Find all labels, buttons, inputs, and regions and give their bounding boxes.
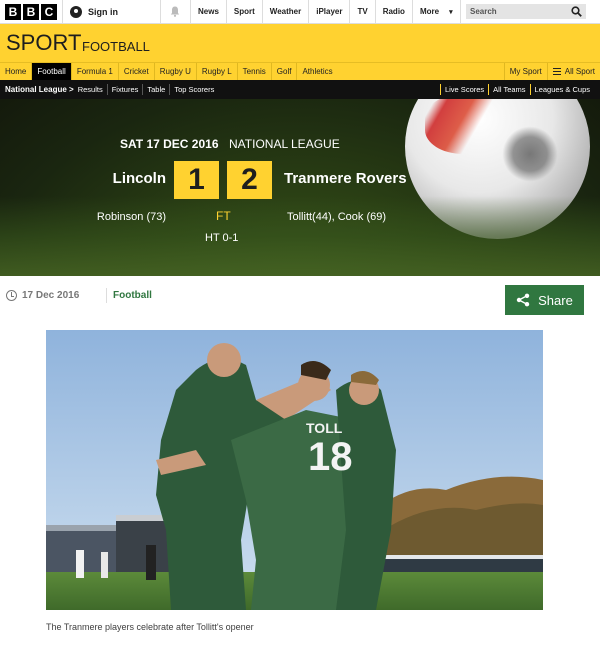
home-team[interactable]: Lincoln bbox=[113, 170, 166, 187]
bbc-logo[interactable]: B B C bbox=[5, 3, 57, 20]
global-nav-radio[interactable]: Radio bbox=[374, 0, 412, 24]
away-scorers: Tollitt(44), Cook (69) bbox=[287, 211, 387, 223]
live-scores-link[interactable]: Live Scores bbox=[439, 84, 488, 95]
sub-nav-fixtures[interactable]: Fixtures bbox=[106, 84, 143, 95]
competition-nav-title[interactable]: National League > bbox=[0, 85, 78, 94]
away-score: 2 bbox=[227, 161, 272, 199]
sport-nav-formula-1[interactable]: Formula 1 bbox=[72, 63, 119, 80]
menu-icon bbox=[552, 68, 561, 75]
sub-nav-table[interactable]: Table bbox=[142, 84, 169, 95]
sport-nav-home[interactable]: Home bbox=[0, 63, 33, 80]
bbc-logo-letter: C bbox=[41, 3, 57, 20]
match-date: SAT 17 DEC 2016 bbox=[120, 137, 219, 151]
sport-nav-golf[interactable]: Golf bbox=[272, 63, 298, 80]
home-scorers: Robinson (73) bbox=[96, 211, 166, 223]
user-icon bbox=[70, 6, 82, 18]
divider bbox=[460, 0, 461, 24]
home-score: 1 bbox=[174, 161, 219, 199]
bbc-logo-letter: B bbox=[5, 3, 21, 20]
sport-header: SPORT FOOTBALL bbox=[0, 24, 600, 62]
competition-nav: National League > Results Fixtures Table… bbox=[0, 80, 600, 99]
sport-nav: Home Football Formula 1 Cricket Rugby U … bbox=[0, 62, 600, 80]
divider bbox=[160, 0, 161, 24]
half-time-score: HT 0-1 bbox=[205, 232, 239, 244]
signin-label: Sign in bbox=[88, 7, 118, 17]
sport-nav-football[interactable]: Football bbox=[32, 63, 72, 80]
sub-nav-results[interactable]: Results bbox=[78, 84, 107, 95]
sport-title[interactable]: SPORT bbox=[6, 30, 81, 56]
sport-nav-cricket[interactable]: Cricket bbox=[119, 63, 155, 80]
bell-icon[interactable] bbox=[170, 6, 180, 17]
photo-caption: The Tranmere players celebrate after Tol… bbox=[46, 622, 254, 632]
away-team[interactable]: Tranmere Rovers bbox=[284, 170, 407, 187]
divider bbox=[106, 288, 107, 303]
sport-nav-tennis[interactable]: Tennis bbox=[238, 63, 272, 80]
my-sport-link[interactable]: My Sport bbox=[503, 63, 547, 80]
global-nav-news[interactable]: News bbox=[190, 0, 226, 24]
all-sport-menu[interactable]: All Sport bbox=[546, 63, 600, 80]
sport-nav-athletics[interactable]: Athletics bbox=[297, 63, 337, 80]
sport-nav-right: My Sport All Sport bbox=[503, 63, 600, 80]
global-nav-tv[interactable]: TV bbox=[349, 0, 374, 24]
global-nav-more-label: More bbox=[419, 7, 440, 16]
sub-nav-top-scorers[interactable]: Top Scorers bbox=[169, 84, 218, 95]
all-sport-label: All Sport bbox=[564, 67, 595, 76]
global-bbc-bar: B B C Sign in News Sport Weather iPlayer… bbox=[0, 0, 600, 24]
sport-nav-rugby-union[interactable]: Rugby U bbox=[155, 63, 197, 80]
global-nav-iplayer[interactable]: iPlayer bbox=[308, 0, 349, 24]
search-input[interactable]: Search bbox=[466, 4, 586, 19]
article-photo: 18 TOLL bbox=[46, 330, 543, 610]
global-nav: News Sport Weather iPlayer TV Radio More… bbox=[190, 0, 457, 24]
article-date: 17 Dec 2016 bbox=[22, 290, 80, 301]
search-placeholder: Search bbox=[470, 7, 497, 16]
match-header: SAT 17 DEC 2016 NATIONAL LEAGUE Lincoln … bbox=[0, 99, 600, 276]
bbc-logo-letter: B bbox=[23, 3, 39, 20]
share-button[interactable]: Share bbox=[505, 285, 584, 315]
shirt-name: TOLL bbox=[306, 420, 343, 436]
signin-link[interactable]: Sign in bbox=[70, 0, 118, 24]
all-teams-link[interactable]: All Teams bbox=[488, 84, 529, 95]
leagues-cups-link[interactable]: Leagues & Cups bbox=[529, 84, 594, 95]
match-competition: NATIONAL LEAGUE bbox=[229, 137, 340, 151]
global-nav-more[interactable]: More ▾ bbox=[411, 0, 457, 24]
shirt-number: 18 bbox=[308, 435, 353, 479]
sport-nav-rugby-league[interactable]: Rugby L bbox=[197, 63, 238, 80]
article-section-link[interactable]: Football bbox=[113, 290, 152, 301]
players-celebrating-image: 18 TOLL bbox=[46, 330, 543, 610]
sub-nav-right: Live Scores All Teams Leagues & Cups bbox=[439, 84, 594, 95]
global-nav-weather[interactable]: Weather bbox=[261, 0, 308, 24]
global-nav-sport[interactable]: Sport bbox=[225, 0, 262, 24]
divider bbox=[62, 0, 63, 24]
share-icon bbox=[516, 293, 530, 307]
chevron-down-icon: ▾ bbox=[449, 9, 453, 16]
section-title[interactable]: FOOTBALL bbox=[82, 39, 150, 54]
match-status: FT bbox=[216, 209, 231, 223]
clock-icon bbox=[6, 290, 17, 301]
search-icon[interactable] bbox=[571, 6, 582, 17]
share-label: Share bbox=[538, 292, 573, 308]
grass-background bbox=[0, 196, 600, 276]
